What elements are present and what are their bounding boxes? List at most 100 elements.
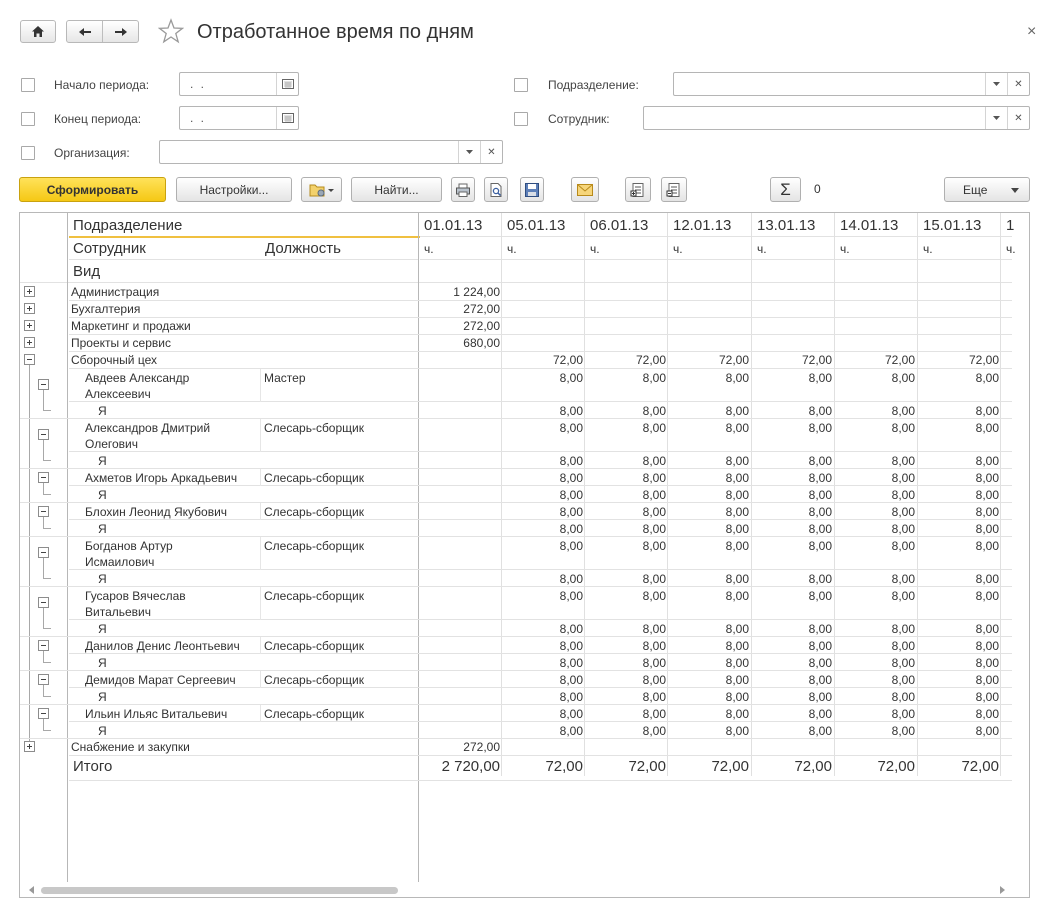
department-name: Снабжение и закупки <box>71 740 190 754</box>
department-checkbox[interactable] <box>514 78 528 92</box>
collapse-employee-icon[interactable] <box>38 379 49 390</box>
calendar-button[interactable] <box>276 73 298 95</box>
forward-button[interactable] <box>103 21 138 42</box>
dropdown-button[interactable] <box>458 141 480 163</box>
print-button[interactable] <box>451 177 475 202</box>
more-menu-button[interactable]: Еще <box>944 177 1030 202</box>
column-divider <box>1000 213 1001 776</box>
row-divider <box>69 401 1012 402</box>
clear-icon: ✕ <box>1014 78 1023 90</box>
sum-button[interactable]: Σ <box>770 177 801 202</box>
employee-kind: Я <box>98 656 107 670</box>
employee-position: Мастер <box>264 371 306 385</box>
row-divider <box>69 687 1012 688</box>
clear-button[interactable]: ✕ <box>1007 107 1029 129</box>
expand-group-icon[interactable] <box>24 320 35 331</box>
department-name: Маркетинг и продажи <box>71 319 191 333</box>
sum-value: 0 <box>814 182 821 196</box>
tree-connector <box>43 460 51 461</box>
department-field[interactable]: ✕ <box>673 72 1030 96</box>
employee-day-value: 8,00 <box>975 505 999 519</box>
employee-field[interactable]: ✕ <box>643 106 1030 130</box>
expand-group-icon[interactable] <box>24 286 35 297</box>
header-unit: ч. <box>1006 242 1016 256</box>
header-unit: ч. <box>673 242 683 256</box>
period-end-field[interactable]: . . <box>179 106 299 130</box>
settings-button[interactable]: Настройки... <box>176 177 292 202</box>
tree-connector <box>43 578 51 579</box>
save-disk-icon <box>525 182 539 197</box>
row-divider <box>69 300 1012 301</box>
clear-button[interactable]: ✕ <box>1007 73 1029 95</box>
row-divider <box>69 619 1012 620</box>
collapse-employee-icon[interactable] <box>38 708 49 719</box>
employee-name: Авдеев Александр <box>85 371 190 385</box>
column-divider <box>67 213 68 882</box>
collapse-employee-icon[interactable] <box>38 547 49 558</box>
employee-checkbox[interactable] <box>514 112 528 126</box>
collapse-employee-icon[interactable] <box>38 472 49 483</box>
preview-button[interactable] <box>484 177 508 202</box>
department-name: Проекты и сервис <box>71 336 171 350</box>
collapse-employee-icon[interactable] <box>38 674 49 685</box>
employee-kind: Я <box>98 622 107 636</box>
employee-name-line2: Исмаилович <box>85 555 155 569</box>
clear-button[interactable]: ✕ <box>480 141 502 163</box>
header-date: 12.01.13 <box>673 217 732 234</box>
row-divider <box>69 569 1012 570</box>
employee-kind: Я <box>98 690 107 704</box>
column-divider <box>260 637 261 654</box>
row-divider <box>20 468 1012 469</box>
row-divider <box>69 334 1012 335</box>
calendar-button[interactable] <box>276 107 298 129</box>
header-date: 14.01.13 <box>840 217 899 234</box>
back-button[interactable] <box>67 21 103 42</box>
scroll-thumb[interactable] <box>41 887 398 894</box>
collapse-employee-icon[interactable] <box>38 597 49 608</box>
row-divider <box>420 236 1012 237</box>
collapse-employee-icon[interactable] <box>38 640 49 651</box>
header-date: 1 <box>1006 217 1015 234</box>
tree-connector <box>43 696 51 697</box>
collapse-group-icon[interactable] <box>24 354 35 365</box>
employee-name-line2: Алексеевич <box>85 387 151 401</box>
employee-kind: Я <box>98 724 107 738</box>
dropdown-button[interactable] <box>985 107 1007 129</box>
generate-button[interactable]: Сформировать <box>19 177 166 202</box>
expand-group-icon[interactable] <box>24 741 35 752</box>
employee-name-line2: Витальевич <box>85 605 151 619</box>
home-button[interactable] <box>20 20 56 43</box>
period-start-field[interactable]: . . <box>179 72 299 96</box>
favorite-star-icon[interactable] <box>157 18 185 44</box>
header-kind: Вид <box>73 263 101 280</box>
expand-group-icon[interactable] <box>24 337 35 348</box>
expand-group-icon[interactable] <box>24 303 35 314</box>
employee-day-value: 8,00 <box>975 539 999 553</box>
find-button[interactable]: Найти... <box>351 177 442 202</box>
employee-name: Гусаров Вячеслав <box>85 589 186 603</box>
variants-menu-button[interactable] <box>301 177 342 202</box>
save-button[interactable] <box>520 177 544 202</box>
report-spreadsheet[interactable]: Подразделение Сотрудник Должность Вид 01.01.… <box>19 212 1030 898</box>
print-preview-icon <box>490 182 502 197</box>
home-icon <box>21 21 55 42</box>
collapse-employee-icon[interactable] <box>38 506 49 517</box>
dropdown-button[interactable] <box>985 73 1007 95</box>
calendar-icon <box>281 79 294 89</box>
period-end-checkbox[interactable] <box>21 112 35 126</box>
collapse-employee-icon[interactable] <box>38 429 49 440</box>
collapse-groups-button[interactable] <box>661 177 687 202</box>
horizontal-scrollbar[interactable] <box>21 884 1028 896</box>
organization-checkbox[interactable] <box>21 146 35 160</box>
clear-icon: ✕ <box>487 146 496 158</box>
organization-field[interactable]: ✕ <box>159 140 503 164</box>
period-start-checkbox[interactable] <box>21 78 35 92</box>
tree-connector <box>43 410 51 411</box>
expand-groups-button[interactable] <box>625 177 651 202</box>
employee-day-value: 8,00 <box>975 471 999 485</box>
tree-connector <box>43 608 44 628</box>
row-divider <box>69 368 1012 369</box>
close-icon[interactable]: × <box>1027 23 1036 41</box>
send-email-button[interactable] <box>571 177 599 202</box>
total-value: 72,00 <box>961 758 999 775</box>
